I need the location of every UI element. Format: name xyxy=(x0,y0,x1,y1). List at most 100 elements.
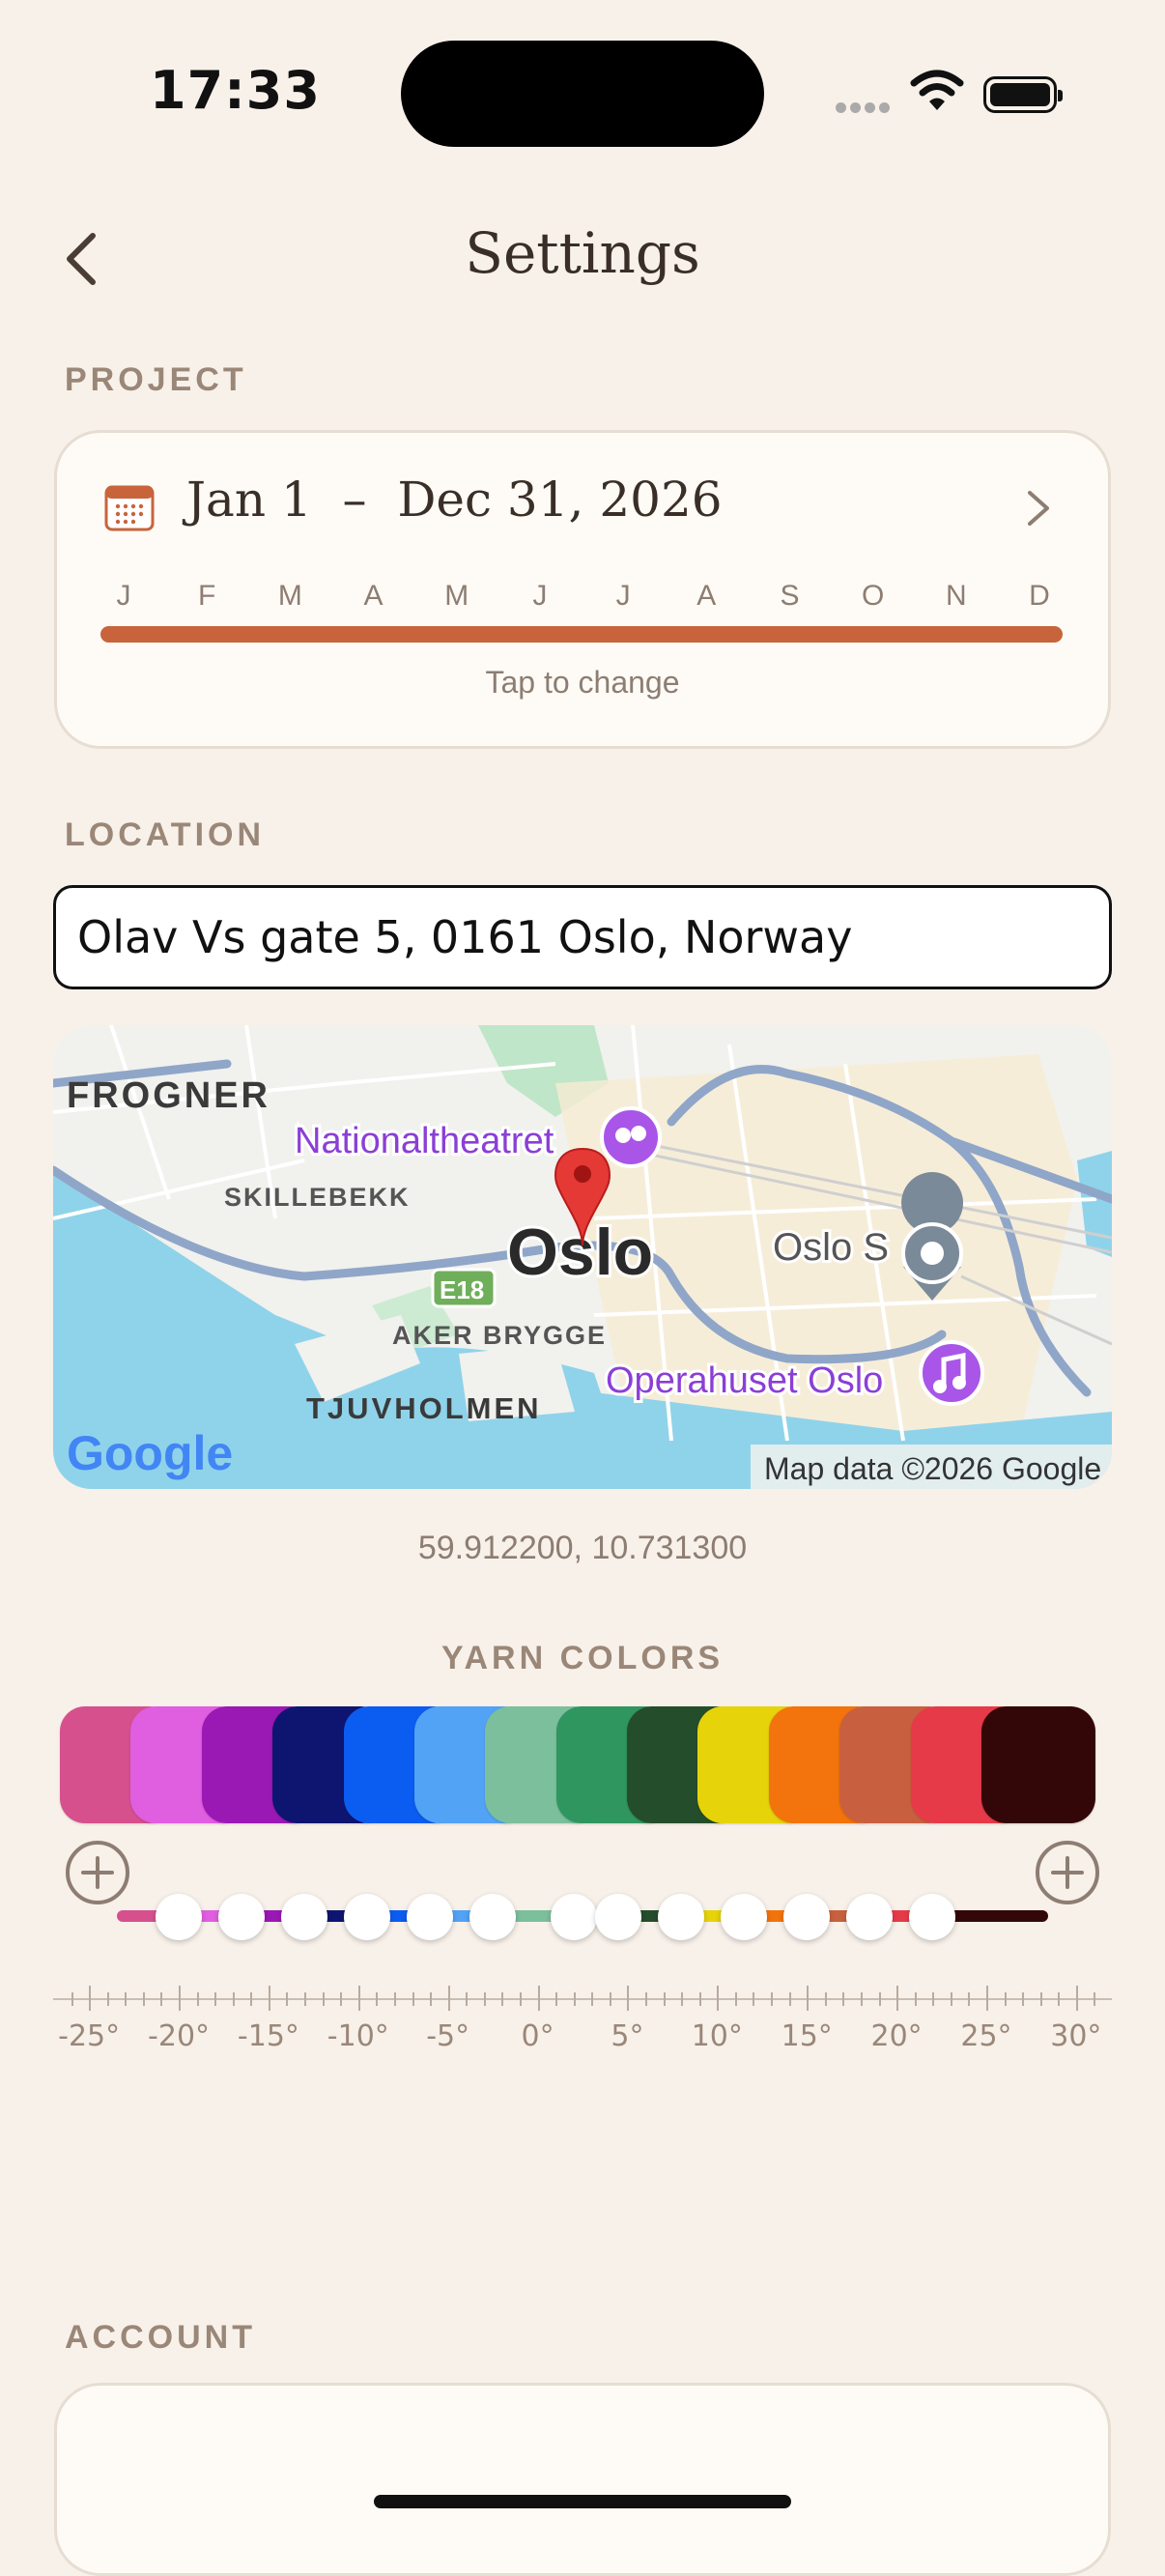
slider-threshold-handle[interactable] xyxy=(156,1894,203,1940)
ruler-minor-tick xyxy=(304,1992,307,2006)
slider-threshold-handle[interactable] xyxy=(469,1894,517,1940)
slider-threshold-handle[interactable] xyxy=(218,1894,266,1940)
cellular-signal-icon xyxy=(836,100,894,118)
map-label-tjuvholmen: TJUVHOLMEN xyxy=(306,1391,542,1425)
add-color-end-button[interactable] xyxy=(1034,1839,1101,1911)
month-initial: A xyxy=(696,580,717,612)
ruler-label: 30° xyxy=(1050,2019,1102,2053)
ruler-minor-tick xyxy=(878,1992,881,2006)
ruler-minor-tick xyxy=(914,1992,917,2006)
ruler-minor-tick xyxy=(771,1992,774,2006)
map-label-operahuset: Operahuset Oslo xyxy=(606,1360,883,1401)
map-label-frogner: FROGNER xyxy=(67,1075,270,1116)
map-label-skillebekk: SKILLEBEKK xyxy=(224,1183,411,1212)
ruler-minor-tick xyxy=(519,1992,522,2006)
account-card[interactable] xyxy=(54,2383,1111,2576)
month-initial: S xyxy=(780,580,800,612)
coordinates-label: 59.912200, 10.731300 xyxy=(417,1530,748,1566)
slider-threshold-handle[interactable] xyxy=(783,1894,831,1940)
ruler-major-tick xyxy=(537,1986,540,2011)
ruler-minor-tick xyxy=(501,1992,504,2006)
ruler-minor-tick xyxy=(698,1992,701,2006)
map-label-aker-brygge: AKER BRYGGE xyxy=(392,1321,607,1350)
ruler-minor-tick xyxy=(824,1992,827,2006)
ruler-major-tick xyxy=(89,1986,92,2011)
ruler-minor-tick xyxy=(663,1992,666,2006)
ruler-minor-tick xyxy=(71,1992,73,2006)
slider-threshold-handle[interactable] xyxy=(721,1894,768,1940)
ruler-minor-tick xyxy=(645,1992,648,2006)
map-label-nationaltheatret: Nationaltheatret xyxy=(295,1121,554,1161)
plus-circle-icon xyxy=(66,1841,129,1904)
month-initial: D xyxy=(1029,580,1050,612)
ruler-minor-tick xyxy=(125,1992,128,2006)
chevron-right-icon xyxy=(1026,489,1051,532)
ruler-major-tick xyxy=(447,1986,450,2011)
ruler-minor-tick xyxy=(555,1992,558,2006)
month-initial: M xyxy=(444,580,469,612)
ruler-major-tick xyxy=(357,1986,360,2011)
ruler-minor-tick xyxy=(322,1992,325,2006)
music-poi-icon xyxy=(919,1340,984,1406)
ruler-minor-tick xyxy=(483,1992,486,2006)
yarn-color-swatches xyxy=(60,1706,1095,1823)
battery-icon xyxy=(983,76,1063,113)
month-initial: J xyxy=(615,580,631,612)
slider-threshold-handle[interactable] xyxy=(909,1894,956,1940)
slider-threshold-handle[interactable] xyxy=(658,1894,705,1940)
ruler-minor-tick xyxy=(950,1992,952,2006)
ruler-minor-tick xyxy=(842,1992,845,2006)
wifi-icon xyxy=(910,70,964,117)
ruler-minor-tick xyxy=(393,1992,396,2006)
page-title: Settings xyxy=(465,220,700,286)
ruler-minor-tick xyxy=(232,1992,235,2006)
ruler-label: -20° xyxy=(148,2019,211,2053)
ruler-major-tick xyxy=(807,1986,810,2011)
ruler-minor-tick xyxy=(1039,1992,1042,2006)
ruler-label: -5° xyxy=(426,2019,470,2053)
ruler-minor-tick xyxy=(412,1992,414,2006)
slider-threshold-handle[interactable] xyxy=(846,1894,894,1940)
ruler-minor-tick xyxy=(196,1992,199,2006)
location-map[interactable]: Google Map data ©2026 Google FROGNER SKI… xyxy=(53,1025,1112,1489)
ruler-minor-tick xyxy=(573,1992,576,2006)
google-logo: Google xyxy=(67,1426,233,1480)
yarn-color-swatch[interactable] xyxy=(981,1706,1095,1823)
map-canvas: Google Map data ©2026 Google FROGNER SKI… xyxy=(53,1025,1112,1489)
project-section-label: PROJECT xyxy=(65,361,247,398)
ruler-major-tick xyxy=(717,1986,720,2011)
temperature-ruler xyxy=(53,1998,1112,2000)
date-range-label: Jan 1 – Dec 31, 2026 xyxy=(186,472,723,528)
ruler-major-tick xyxy=(179,1986,182,2011)
ruler-minor-tick xyxy=(142,1992,145,2006)
ruler-label: 25° xyxy=(960,2019,1012,2053)
map-attribution: Map data ©2026 Google xyxy=(764,1451,1101,1486)
slider-threshold-handle[interactable] xyxy=(281,1894,328,1940)
ruler-minor-tick xyxy=(1058,1992,1061,2006)
home-indicator xyxy=(374,2495,791,2508)
theater-poi-icon xyxy=(600,1106,662,1168)
map-label-oslo-s: Oslo S xyxy=(773,1226,889,1269)
plus-circle-icon xyxy=(1036,1841,1099,1904)
ruler-label: 10° xyxy=(691,2019,743,2053)
month-initial: M xyxy=(277,580,302,612)
e18-road-shield: E18 xyxy=(440,1275,484,1304)
address-input[interactable] xyxy=(53,885,1112,989)
calendar-icon xyxy=(104,483,155,536)
yarn-colors-section-label: YARN COLORS xyxy=(440,1640,725,1676)
ruler-minor-tick xyxy=(214,1992,217,2006)
tap-to-change-hint: Tap to change xyxy=(485,665,680,700)
ruler-minor-tick xyxy=(932,1992,935,2006)
ruler-minor-tick xyxy=(160,1992,163,2006)
ruler-major-tick xyxy=(268,1986,270,2011)
ruler-minor-tick xyxy=(106,1992,109,2006)
ruler-label: -15° xyxy=(237,2019,299,2053)
ruler-minor-tick xyxy=(430,1992,433,2006)
slider-threshold-handle[interactable] xyxy=(550,1894,597,1940)
slider-threshold-handle[interactable] xyxy=(407,1894,454,1940)
slider-threshold-handle[interactable] xyxy=(344,1894,391,1940)
slider-threshold-handle[interactable] xyxy=(595,1894,642,1940)
month-initial: A xyxy=(363,580,384,612)
add-color-start-button[interactable] xyxy=(64,1839,131,1911)
ruler-minor-tick xyxy=(753,1992,755,2006)
